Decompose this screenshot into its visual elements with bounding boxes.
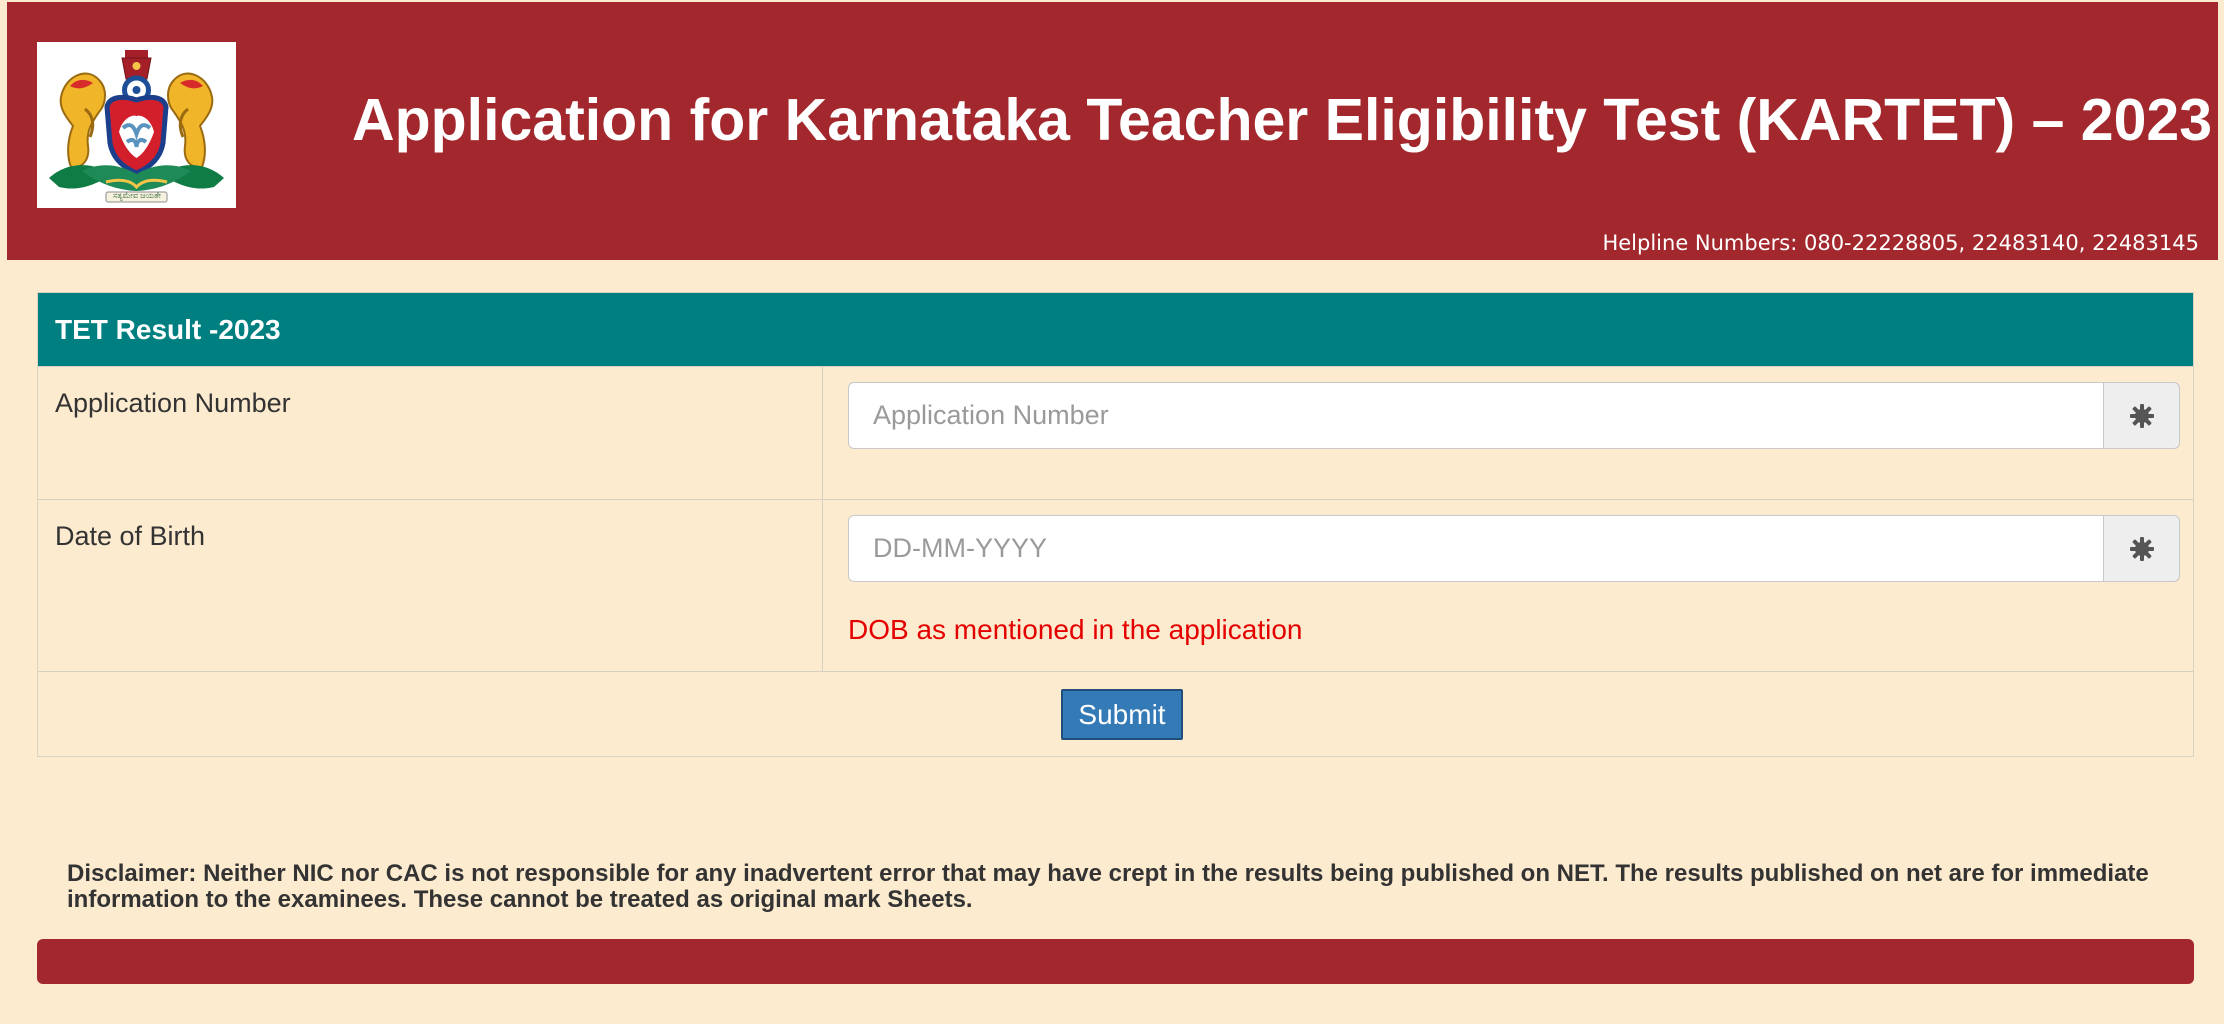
date-of-birth-row: Date of Birth DD-MM-YYYY DOB as mentione… <box>38 499 2193 671</box>
date-of-birth-label: Date of Birth <box>55 521 206 551</box>
submit-button[interactable]: Submit <box>1061 689 1183 740</box>
site-header: ಸತ್ಯಮೇವ ಜಯತೇ Application for Karnataka T… <box>7 2 2218 260</box>
page-title: Application for Karnataka Teacher Eligib… <box>352 87 2213 153</box>
karnataka-emblem-logo: ಸತ್ಯಮೇವ ಜಯತೇ <box>37 42 236 208</box>
date-of-birth-addon <box>2103 515 2180 582</box>
helpline-numbers: Helpline Numbers: 080-22228805, 22483140… <box>1602 231 2199 255</box>
application-number-label: Application Number <box>55 388 291 418</box>
page: ಸತ್ಯಮೇವ ಜಯತೇ Application for Karnataka T… <box>7 2 2218 1024</box>
disclaimer-text: Disclaimer: Neither NIC nor CAC is not r… <box>67 860 2149 913</box>
application-number-input-group <box>848 382 2180 449</box>
emblem-caption: ಸತ್ಯಮೇವ ಜಯತೇ <box>113 191 161 200</box>
tet-result-panel: TET Result -2023 Application Number Appl… <box>37 292 2194 757</box>
asterisk-icon <box>2129 403 2154 428</box>
asterisk-icon <box>2129 536 2154 561</box>
date-of-birth-input[interactable] <box>848 515 2103 582</box>
submit-row: Submit <box>38 671 2193 757</box>
application-number-addon <box>2103 382 2180 449</box>
application-number-label-cell: Application Number <box>38 367 823 499</box>
panel-heading: TET Result -2023 <box>38 293 2193 366</box>
dob-hint: DOB as mentioned in the application <box>848 614 1303 645</box>
date-of-birth-input-group <box>848 515 2180 582</box>
date-of-birth-label-cell: Date of Birth <box>38 500 823 671</box>
footer-bar <box>37 939 2194 984</box>
application-number-row: Application Number <box>38 366 2193 499</box>
application-number-input[interactable] <box>848 382 2103 449</box>
